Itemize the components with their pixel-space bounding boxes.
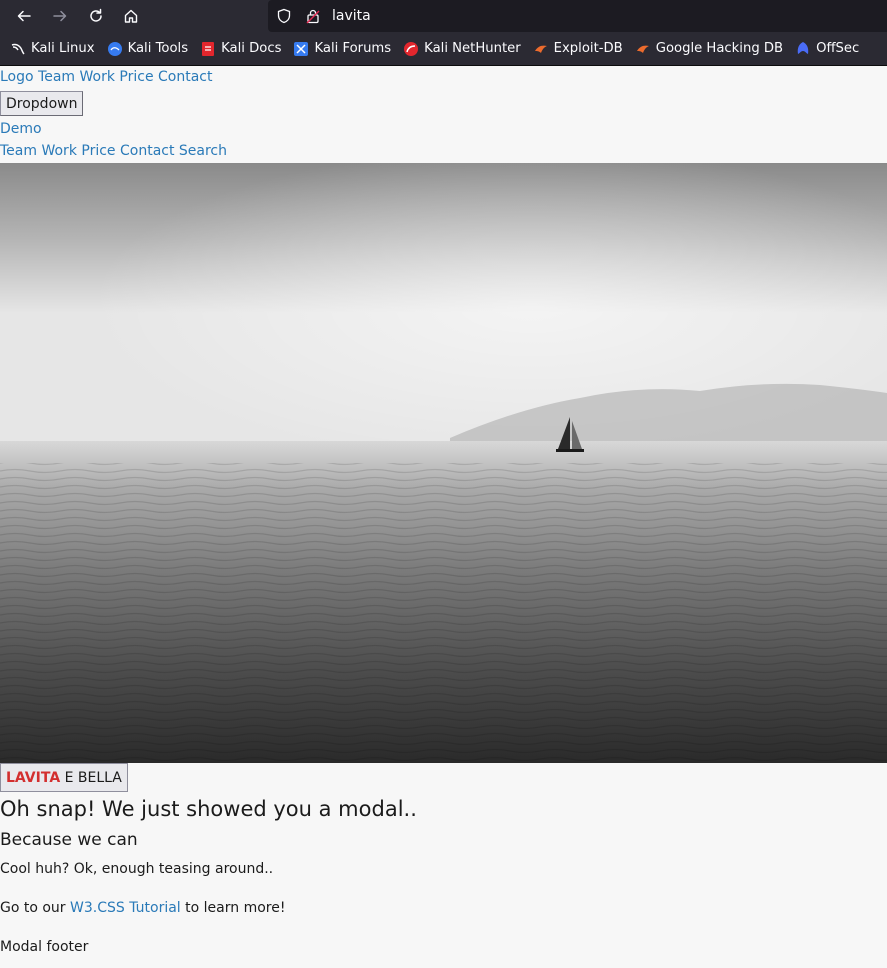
dropdown-button[interactable]: Dropdown — [0, 91, 84, 116]
bookmarks-bar: Kali Linux Kali Tools Kali Docs Kali For… — [0, 32, 887, 66]
bookmark-kali-tools[interactable]: Kali Tools — [107, 41, 189, 57]
kali-tools-icon — [107, 41, 122, 56]
bookmark-label: Exploit-DB — [553, 41, 623, 56]
address-bar[interactable]: lavita — [268, 0, 887, 32]
nav-link-contact[interactable]: Contact — [158, 69, 212, 85]
offsec-icon — [797, 41, 809, 54]
brand-rest-text: E BELLA — [64, 769, 122, 786]
bookmark-label: Kali Docs — [221, 41, 282, 56]
bookmark-label: Google Hacking DB — [655, 41, 784, 56]
modal-text-1: Cool huh? Ok, enough teasing around.. — [0, 861, 274, 877]
logo-link[interactable]: Logo — [0, 69, 34, 85]
arrow-left-icon — [17, 10, 31, 22]
top-navigation: Logo Team Work Price Contact — [0, 66, 887, 89]
bookmark-label: OffSec — [816, 41, 860, 56]
modal-footer: Modal footer — [0, 939, 89, 955]
nav-link-price[interactable]: Price — [119, 69, 153, 85]
insecure-lock-icon[interactable] — [306, 8, 320, 24]
bookmark-label: Kali NetHunter — [424, 41, 521, 56]
nav2-link-team[interactable]: Team — [0, 143, 37, 159]
kali-nethunter-icon — [404, 41, 419, 56]
bookmark-label: Kali Forums — [314, 41, 392, 56]
shield-icon[interactable] — [276, 8, 292, 24]
bookmark-kali-linux[interactable]: Kali Linux — [10, 41, 95, 57]
bookmark-ghdb[interactable]: Google Hacking DB — [635, 41, 783, 57]
modal-text-2: Go to our W3.CSS Tutorial to learn more! — [0, 898, 887, 918]
exploit-db-icon — [534, 45, 547, 53]
bookmark-offsec[interactable]: OffSec — [795, 41, 859, 57]
kali-forums-icon — [294, 41, 309, 56]
modal-text-2-pre: Go to our — [0, 900, 66, 916]
forward-button[interactable] — [48, 4, 72, 28]
brand-red-text: LAVITA — [6, 769, 61, 786]
demo-link[interactable]: Demo — [0, 121, 42, 137]
home-icon — [124, 9, 138, 23]
nav2-link-work[interactable]: Work — [41, 143, 76, 159]
bookmark-label: Kali Tools — [127, 41, 189, 56]
kali-dragon-icon — [11, 43, 25, 55]
nav2-link-contact[interactable]: Contact — [120, 143, 174, 159]
demo-row: Demo — [0, 116, 887, 140]
bookmark-kali-docs[interactable]: Kali Docs — [200, 41, 281, 57]
nav2-link-search[interactable]: Search — [179, 143, 227, 159]
ghdb-icon — [636, 45, 649, 53]
bookmark-kali-nethunter[interactable]: Kali NetHunter — [403, 41, 521, 57]
modal-text-2-post: to learn more! — [185, 900, 286, 916]
brand-button[interactable]: LAVITA E BELLA — [0, 763, 128, 792]
modal-subtitle: Because we can — [0, 830, 138, 850]
w3css-tutorial-link[interactable]: W3.CSS Tutorial — [70, 900, 181, 916]
page-content: Logo Team Work Price Contact Dropdown De… — [0, 66, 887, 957]
bookmark-kali-forums[interactable]: Kali Forums — [293, 41, 391, 57]
nav2-link-price[interactable]: Price — [81, 143, 115, 159]
nav-link-work[interactable]: Work — [80, 69, 115, 85]
home-button[interactable] — [119, 4, 143, 28]
secondary-navigation: Team Work Price Contact Search — [0, 140, 887, 163]
arrow-right-icon — [53, 10, 67, 22]
bookmark-exploit-db[interactable]: Exploit-DB — [533, 41, 623, 57]
bookmark-label: Kali Linux — [31, 41, 95, 56]
reload-button[interactable] — [84, 4, 108, 28]
nav-link-team[interactable]: Team — [38, 69, 75, 85]
browser-toolbar: lavita — [0, 0, 887, 32]
reload-icon — [90, 8, 102, 22]
modal-title: Oh snap! We just showed you a modal.. — [0, 797, 417, 821]
kali-docs-icon — [202, 41, 215, 56]
back-button[interactable] — [12, 4, 36, 28]
hero-image-sea-sailboat — [0, 163, 887, 763]
url-text[interactable]: lavita — [332, 8, 371, 24]
